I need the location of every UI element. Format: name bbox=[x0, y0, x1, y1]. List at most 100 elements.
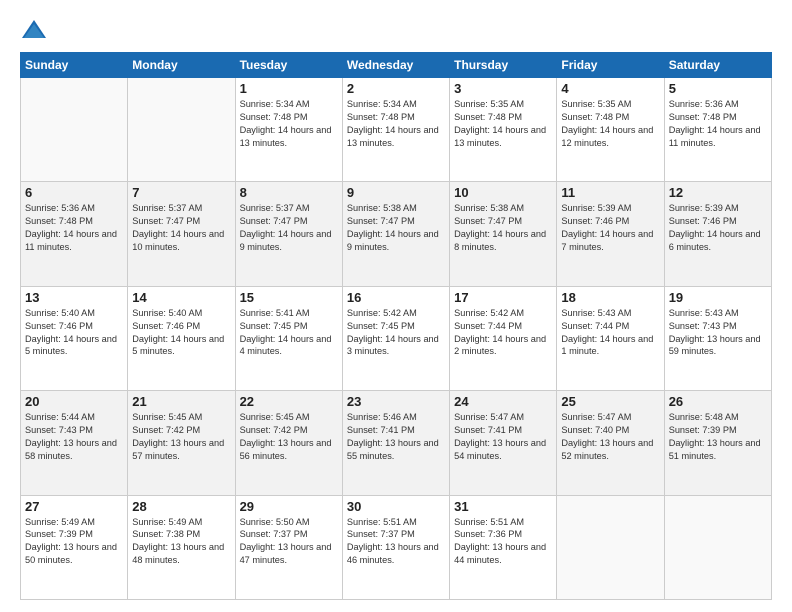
day-header-wednesday: Wednesday bbox=[342, 53, 449, 78]
day-header-thursday: Thursday bbox=[450, 53, 557, 78]
cell-detail: Sunrise: 5:47 AM Sunset: 7:40 PM Dayligh… bbox=[561, 412, 653, 461]
day-number: 20 bbox=[25, 394, 123, 409]
day-number: 7 bbox=[132, 185, 230, 200]
day-number: 9 bbox=[347, 185, 445, 200]
cell-detail: Sunrise: 5:45 AM Sunset: 7:42 PM Dayligh… bbox=[240, 412, 332, 461]
cell-detail: Sunrise: 5:49 AM Sunset: 7:39 PM Dayligh… bbox=[25, 517, 117, 566]
calendar-week-row: 6 Sunrise: 5:36 AM Sunset: 7:48 PM Daylig… bbox=[21, 182, 772, 286]
calendar-cell: 12Sunrise: 5:39 AM Sunset: 7:46 PM Dayli… bbox=[664, 182, 771, 286]
cell-detail: Sunrise: 5:35 AM Sunset: 7:48 PM Dayligh… bbox=[454, 99, 546, 148]
calendar-cell: 25 Sunrise: 5:47 AM Sunset: 7:40 PM Dayli… bbox=[557, 391, 664, 495]
day-header-friday: Friday bbox=[557, 53, 664, 78]
day-number: 17 bbox=[454, 290, 552, 305]
day-number: 1 bbox=[240, 81, 338, 96]
cell-detail: Sunrise: 5:47 AM Sunset: 7:41 PM Dayligh… bbox=[454, 412, 546, 461]
calendar-cell: 2 Sunrise: 5:34 AM Sunset: 7:48 PM Daylig… bbox=[342, 78, 449, 182]
calendar-cell bbox=[21, 78, 128, 182]
day-number: 15 bbox=[240, 290, 338, 305]
calendar-cell: 24 Sunrise: 5:47 AM Sunset: 7:41 PM Dayli… bbox=[450, 391, 557, 495]
calendar-header-row: SundayMondayTuesdayWednesdayThursdayFrid… bbox=[21, 53, 772, 78]
calendar-cell: 21Sunrise: 5:45 AM Sunset: 7:42 PM Dayli… bbox=[128, 391, 235, 495]
cell-detail: Sunrise: 5:44 AM Sunset: 7:43 PM Dayligh… bbox=[25, 412, 117, 461]
cell-detail: Sunrise: 5:34 AM Sunset: 7:48 PM Dayligh… bbox=[347, 99, 439, 148]
day-number: 6 bbox=[25, 185, 123, 200]
calendar-cell: 4Sunrise: 5:35 AM Sunset: 7:48 PM Daylig… bbox=[557, 78, 664, 182]
calendar-cell: 19 Sunrise: 5:43 AM Sunset: 7:43 PM Dayli… bbox=[664, 286, 771, 390]
calendar-table: SundayMondayTuesdayWednesdayThursdayFrid… bbox=[20, 52, 772, 600]
day-number: 5 bbox=[669, 81, 767, 96]
day-number: 31 bbox=[454, 499, 552, 514]
day-number: 8 bbox=[240, 185, 338, 200]
day-number: 25 bbox=[561, 394, 659, 409]
day-header-saturday: Saturday bbox=[664, 53, 771, 78]
day-header-monday: Monday bbox=[128, 53, 235, 78]
cell-detail: Sunrise: 5:43 AM Sunset: 7:43 PM Dayligh… bbox=[669, 308, 761, 357]
calendar-cell: 23 Sunrise: 5:46 AM Sunset: 7:41 PM Dayli… bbox=[342, 391, 449, 495]
logo bbox=[20, 16, 52, 44]
calendar-cell: 7 Sunrise: 5:37 AM Sunset: 7:47 PM Daylig… bbox=[128, 182, 235, 286]
calendar-cell: 30 Sunrise: 5:51 AM Sunset: 7:37 PM Dayli… bbox=[342, 495, 449, 599]
day-number: 13 bbox=[25, 290, 123, 305]
calendar-cell: 27 Sunrise: 5:49 AM Sunset: 7:39 PM Dayli… bbox=[21, 495, 128, 599]
cell-detail: Sunrise: 5:42 AM Sunset: 7:45 PM Dayligh… bbox=[347, 308, 439, 357]
day-number: 14 bbox=[132, 290, 230, 305]
calendar-cell: 13 Sunrise: 5:40 AM Sunset: 7:46 PM Dayli… bbox=[21, 286, 128, 390]
day-number: 28 bbox=[132, 499, 230, 514]
calendar-cell: 28Sunrise: 5:49 AM Sunset: 7:38 PM Dayli… bbox=[128, 495, 235, 599]
cell-detail: Sunrise: 5:39 AM Sunset: 7:46 PM Dayligh… bbox=[561, 203, 653, 252]
calendar-cell bbox=[557, 495, 664, 599]
calendar-cell: 3 Sunrise: 5:35 AM Sunset: 7:48 PM Daylig… bbox=[450, 78, 557, 182]
day-header-tuesday: Tuesday bbox=[235, 53, 342, 78]
day-number: 26 bbox=[669, 394, 767, 409]
day-number: 19 bbox=[669, 290, 767, 305]
cell-detail: Sunrise: 5:38 AM Sunset: 7:47 PM Dayligh… bbox=[347, 203, 439, 252]
cell-detail: Sunrise: 5:43 AM Sunset: 7:44 PM Dayligh… bbox=[561, 308, 653, 357]
cell-detail: Sunrise: 5:50 AM Sunset: 7:37 PM Dayligh… bbox=[240, 517, 332, 566]
calendar-cell: 1 Sunrise: 5:34 AM Sunset: 7:48 PM Daylig… bbox=[235, 78, 342, 182]
cell-detail: Sunrise: 5:36 AM Sunset: 7:48 PM Dayligh… bbox=[25, 203, 117, 252]
day-number: 12 bbox=[669, 185, 767, 200]
calendar-week-row: 13 Sunrise: 5:40 AM Sunset: 7:46 PM Dayli… bbox=[21, 286, 772, 390]
cell-detail: Sunrise: 5:48 AM Sunset: 7:39 PM Dayligh… bbox=[669, 412, 761, 461]
cell-detail: Sunrise: 5:38 AM Sunset: 7:47 PM Dayligh… bbox=[454, 203, 546, 252]
cell-detail: Sunrise: 5:37 AM Sunset: 7:47 PM Dayligh… bbox=[132, 203, 224, 252]
calendar-cell: 18 Sunrise: 5:43 AM Sunset: 7:44 PM Dayli… bbox=[557, 286, 664, 390]
calendar-cell: 17Sunrise: 5:42 AM Sunset: 7:44 PM Dayli… bbox=[450, 286, 557, 390]
logo-icon bbox=[20, 16, 48, 44]
calendar-cell: 29Sunrise: 5:50 AM Sunset: 7:37 PM Dayli… bbox=[235, 495, 342, 599]
calendar-week-row: 1 Sunrise: 5:34 AM Sunset: 7:48 PM Daylig… bbox=[21, 78, 772, 182]
calendar-cell: 15 Sunrise: 5:41 AM Sunset: 7:45 PM Dayli… bbox=[235, 286, 342, 390]
cell-detail: Sunrise: 5:40 AM Sunset: 7:46 PM Dayligh… bbox=[25, 308, 117, 357]
cell-detail: Sunrise: 5:34 AM Sunset: 7:48 PM Dayligh… bbox=[240, 99, 332, 148]
calendar-cell bbox=[664, 495, 771, 599]
cell-detail: Sunrise: 5:37 AM Sunset: 7:47 PM Dayligh… bbox=[240, 203, 332, 252]
day-number: 18 bbox=[561, 290, 659, 305]
cell-detail: Sunrise: 5:51 AM Sunset: 7:36 PM Dayligh… bbox=[454, 517, 546, 566]
day-number: 11 bbox=[561, 185, 659, 200]
day-number: 24 bbox=[454, 394, 552, 409]
header bbox=[20, 16, 772, 44]
calendar-cell: 16Sunrise: 5:42 AM Sunset: 7:45 PM Dayli… bbox=[342, 286, 449, 390]
day-number: 2 bbox=[347, 81, 445, 96]
calendar-cell: 22 Sunrise: 5:45 AM Sunset: 7:42 PM Dayli… bbox=[235, 391, 342, 495]
calendar-cell: 10 Sunrise: 5:38 AM Sunset: 7:47 PM Dayli… bbox=[450, 182, 557, 286]
cell-detail: Sunrise: 5:35 AM Sunset: 7:48 PM Dayligh… bbox=[561, 99, 653, 148]
cell-detail: Sunrise: 5:46 AM Sunset: 7:41 PM Dayligh… bbox=[347, 412, 439, 461]
day-number: 22 bbox=[240, 394, 338, 409]
day-number: 3 bbox=[454, 81, 552, 96]
cell-detail: Sunrise: 5:45 AM Sunset: 7:42 PM Dayligh… bbox=[132, 412, 224, 461]
page: SundayMondayTuesdayWednesdayThursdayFrid… bbox=[0, 0, 792, 612]
calendar-cell: 26 Sunrise: 5:48 AM Sunset: 7:39 PM Dayli… bbox=[664, 391, 771, 495]
calendar-cell: 20 Sunrise: 5:44 AM Sunset: 7:43 PM Dayli… bbox=[21, 391, 128, 495]
calendar-cell: 8 Sunrise: 5:37 AM Sunset: 7:47 PM Daylig… bbox=[235, 182, 342, 286]
cell-detail: Sunrise: 5:41 AM Sunset: 7:45 PM Dayligh… bbox=[240, 308, 332, 357]
day-number: 27 bbox=[25, 499, 123, 514]
calendar-week-row: 20 Sunrise: 5:44 AM Sunset: 7:43 PM Dayli… bbox=[21, 391, 772, 495]
day-number: 30 bbox=[347, 499, 445, 514]
day-number: 23 bbox=[347, 394, 445, 409]
cell-detail: Sunrise: 5:51 AM Sunset: 7:37 PM Dayligh… bbox=[347, 517, 439, 566]
day-number: 10 bbox=[454, 185, 552, 200]
calendar-cell: 11 Sunrise: 5:39 AM Sunset: 7:46 PM Dayli… bbox=[557, 182, 664, 286]
cell-detail: Sunrise: 5:36 AM Sunset: 7:48 PM Dayligh… bbox=[669, 99, 761, 148]
calendar-week-row: 27 Sunrise: 5:49 AM Sunset: 7:39 PM Dayli… bbox=[21, 495, 772, 599]
